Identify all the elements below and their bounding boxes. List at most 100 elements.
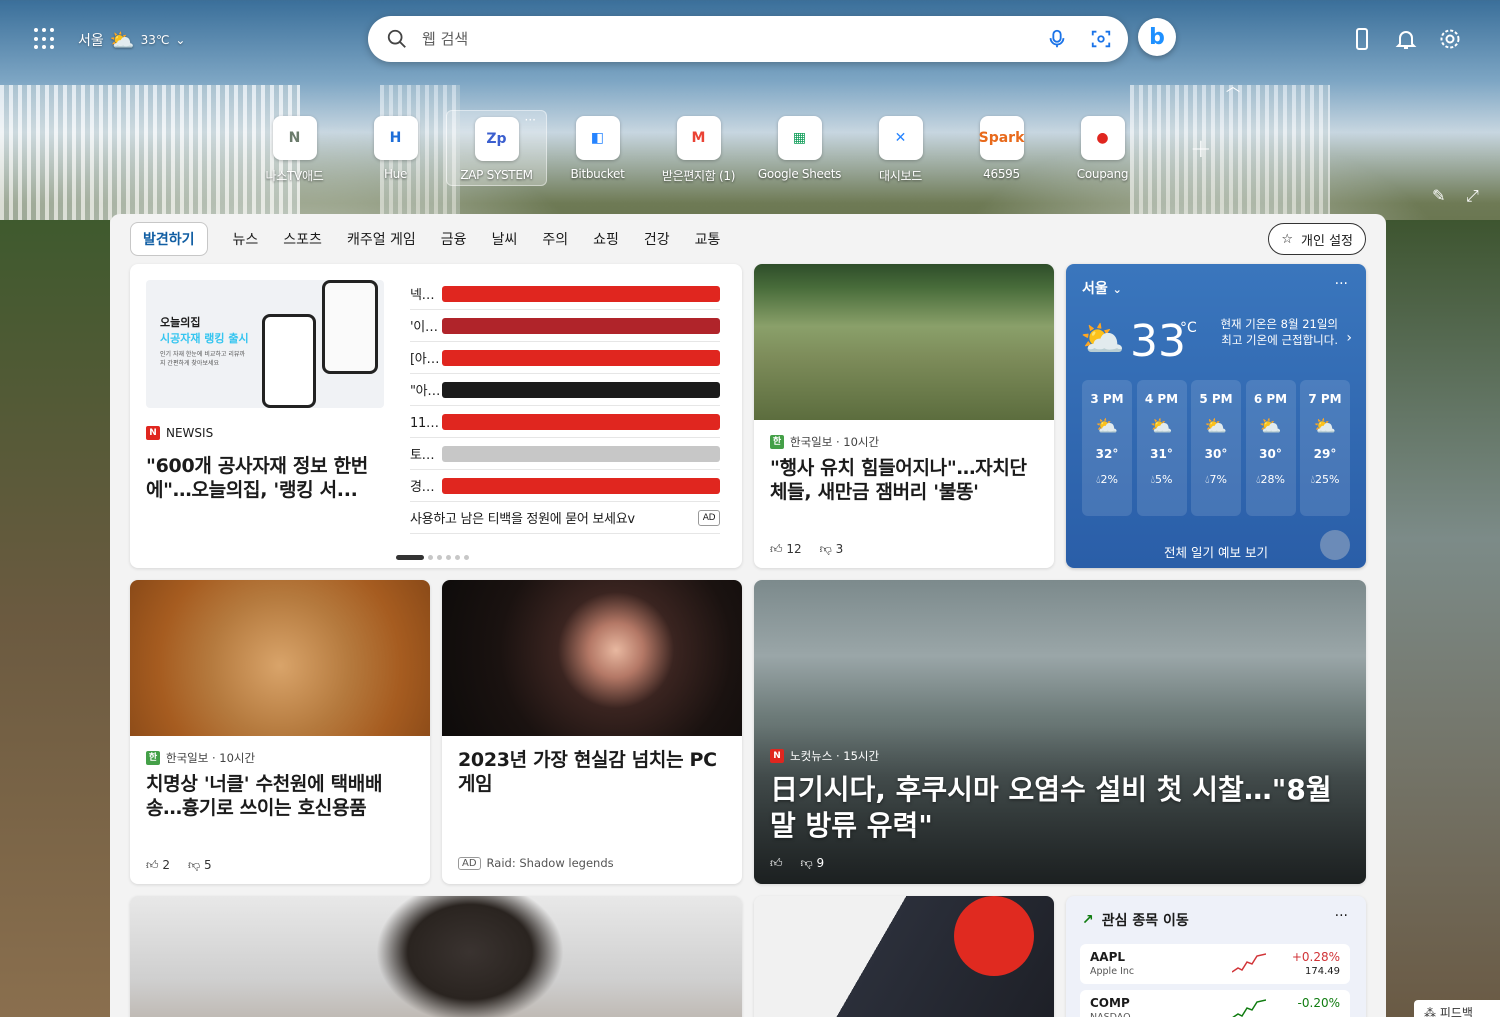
source-name: 노컷뉴스 · 15시간 (790, 749, 880, 763)
visual-search-icon[interactable] (1090, 28, 1112, 50)
tab-5[interactable]: 날씨 (492, 229, 518, 249)
dislike-button[interactable]: 👎︎ 3 (820, 542, 844, 557)
stock-change: -0.20% (1297, 996, 1340, 1010)
story-list: 넥슨 신작에 삼성전자 'HDR10+ 게이밍' 최... '이건 비전프로랑 비… (410, 278, 720, 534)
hour-forecast[interactable]: 6 PM ⛅ 30° 💧︎28% (1245, 380, 1296, 516)
quick-link[interactable]: Zp ZAP SYSTEM ··· (446, 110, 547, 186)
tab-0[interactable]: 발견하기 (130, 222, 208, 256)
weather-avatar-icon[interactable] (1320, 530, 1350, 560)
quick-link[interactable]: N 나스TV애드 (244, 110, 345, 186)
quick-link-icon: N (272, 116, 317, 160)
tab-2[interactable]: 스포츠 (283, 229, 322, 249)
list-item[interactable]: 토스피드 콘텐츠 보러 3000만명 몰렸다 (410, 438, 720, 470)
tab-1[interactable]: 뉴스 (233, 229, 259, 249)
quick-link[interactable]: M 받은편지함 (1) (648, 110, 749, 186)
precip-chance: 💧︎7% (1205, 473, 1227, 486)
list-item[interactable]: "아이폰15 울트라, 10배 줌 렌즈 탑재…갤S2... (410, 374, 720, 406)
reactions: 👍︎ 👎︎ 9 (770, 856, 824, 871)
temp-unit: °C (1180, 320, 1197, 336)
apps-grid-icon[interactable] (34, 28, 56, 50)
quick-link-icon: ◧ (575, 116, 620, 160)
mobile-icon[interactable] (1350, 27, 1374, 51)
dislike-button[interactable]: 👎︎ 9 (801, 856, 825, 871)
tab-3[interactable]: 캐주얼 게임 (347, 229, 416, 249)
tab-9[interactable]: 교통 (695, 229, 721, 249)
dislike-button[interactable]: 👎︎ 5 (188, 858, 212, 873)
list-item[interactable]: '이건 비전프로랑 비슷하네' 삼성 XR 헤드셋... (410, 310, 720, 342)
quick-link-label: Google Sheets (757, 167, 842, 181)
stock-price: 174.49 (1305, 966, 1340, 977)
weather-mini[interactable]: 서울 ⛅ 33℃ ⌄ (78, 28, 185, 52)
gear-icon[interactable] (1438, 27, 1462, 51)
hour-temp: 32° (1095, 447, 1119, 461)
tab-8[interactable]: 건강 (644, 229, 670, 249)
news-card[interactable]: 한 한국일보 · 10시간 "행사 유치 힘들어지나"…자치단체들, 새만금 잼버… (754, 264, 1054, 568)
list-item-text: '이건 비전프로랑 비슷하네' 삼성 XR 헤드셋... (410, 320, 442, 335)
like-button[interactable]: 👍︎ (770, 856, 783, 871)
chevron-up-icon[interactable]: ︿ (1226, 76, 1240, 96)
list-item[interactable]: [아이디어 톡톡] 중고 아이패드 '구독' 하루 ... (410, 342, 720, 374)
publisher-icon (442, 381, 720, 398)
sparkline-icon (1232, 999, 1266, 1017)
headline: "행사 유치 힘들어지나"…자치단체들, 새만금 잼버리 '불똥' (770, 457, 1027, 503)
personalize-button[interactable]: ☆ 개인 설정 (1268, 223, 1366, 255)
sponsored-card[interactable]: 2023년 가장 현실감 넘치는 PC 게임 AD Raid: Shadow le… (442, 580, 742, 884)
more-options-icon[interactable]: ··· (525, 113, 536, 127)
publisher-icon (442, 477, 720, 494)
stock-row[interactable]: AAPL Apple Inc +0.28% 174.49 (1080, 944, 1350, 984)
carousel-dots[interactable] (396, 555, 469, 560)
list-item[interactable]: 11번가, 구글이 만든 특별 한정판 굿즈 선봬 (410, 406, 720, 438)
tab-7[interactable]: 쇼핑 (593, 229, 619, 249)
stock-row[interactable]: COMP NASDAQ -0.20% (1080, 990, 1350, 1017)
weather-card[interactable]: 서울 ⌄ ··· ⛅ 33 °C 현재 기온은 8월 21일의 최고 기온에 근… (1066, 264, 1366, 568)
bell-icon[interactable] (1394, 27, 1418, 51)
add-link-icon[interactable]: + (1190, 134, 1212, 164)
bing-chat-button[interactable]: b (1138, 18, 1176, 56)
watchlist-card[interactable]: ↗ 관심 종목 이동 ··· AAPL Apple Inc +0.28% 174.49 C… (1066, 896, 1366, 1017)
news-card[interactable] (754, 896, 1054, 1017)
featured-news-card[interactable]: N 노컷뉴스 · 15시간 日기시다, 후쿠시마 오염수 설비 첫 시찰…"8월말… (754, 580, 1366, 884)
headline[interactable]: "600개 공사자재 정보 한번에"…오늘의집, '랭킹 서... (146, 454, 390, 502)
news-card[interactable] (130, 896, 742, 1017)
list-item[interactable]: 사용하고 남은 티백을 정원에 묻어 보세요v AD (410, 502, 720, 534)
top-stories-card: 오늘의집 시공자재 랭킹 출시 인기 자재 한눈에 비교하고 리뷰까지 간편하게… (130, 264, 742, 568)
quick-link[interactable]: ● Coupang (1052, 110, 1153, 186)
feedback-button[interactable]: ⁂ 피드백 (1414, 1000, 1500, 1017)
ad-subtitle: 시공자재 랭킹 출시 (160, 332, 249, 345)
more-options-icon[interactable]: ··· (1335, 276, 1348, 292)
quick-link[interactable]: ✕ 대시보드 (850, 110, 951, 186)
list-item-text: 토스피드 콘텐츠 보러 3000만명 몰렸다 (410, 448, 442, 463)
partly-cloudy-icon: ⛅ (1313, 416, 1337, 437)
like-button[interactable]: 👍︎ 12 (770, 542, 802, 557)
weather-city[interactable]: 서울 ⌄ (1082, 278, 1122, 298)
like-button[interactable]: 👍︎ 2 (146, 858, 170, 873)
news-card[interactable]: 한 한국일보 · 10시간 치명상 '너클' 수천원에 택배배송…흉기로 쓰이는 … (130, 580, 430, 884)
microphone-icon[interactable] (1046, 28, 1068, 50)
chevron-right-icon[interactable]: › (1346, 330, 1352, 346)
quick-link-icon: Zp (474, 117, 519, 161)
partly-cloudy-icon: ⛅ (109, 28, 135, 52)
quick-link-icon: ✕ (878, 116, 923, 160)
source-name: NEWSIS (166, 426, 214, 440)
quick-link[interactable]: Spark 46595 (951, 110, 1052, 186)
expand-icon[interactable]: ⤢ (1466, 186, 1479, 206)
hour-forecast[interactable]: 3 PM ⛅ 32° 💧︎2% (1082, 380, 1132, 516)
hour-forecast[interactable]: 4 PM ⛅ 31° 💧︎5% (1136, 380, 1187, 516)
quick-link[interactable]: ◧ Bitbucket (547, 110, 648, 186)
hour-forecast[interactable]: 5 PM ⛅ 30° 💧︎7% (1191, 380, 1241, 516)
more-options-icon[interactable]: ··· (1335, 908, 1348, 924)
ad-description: 인기 자재 한눈에 비교하고 리뷰까지 간편하게 찾아보세요 (160, 351, 245, 367)
weather-note: 현재 기온은 8월 21일의 최고 기온에 근접합니다. (1220, 317, 1338, 347)
article-image (130, 580, 430, 736)
quick-link[interactable]: H Hue (345, 110, 446, 186)
tab-4[interactable]: 금융 (441, 229, 467, 249)
search-input[interactable] (422, 30, 1002, 48)
hour-forecast[interactable]: 7 PM ⛅ 29° 💧︎25% (1300, 380, 1350, 516)
edit-background-icon[interactable]: ✎ (1432, 186, 1445, 205)
quick-link[interactable]: ▦ Google Sheets (749, 110, 850, 186)
list-item[interactable]: 경찰청장 "순찰장소 면밀 검토…CCTV 설치 ... (410, 470, 720, 502)
tab-6[interactable]: 주의 (542, 229, 568, 249)
hour-time: 4 PM (1144, 392, 1179, 406)
list-item[interactable]: 넥슨 신작에 삼성전자 'HDR10+ 게이밍' 최... (410, 278, 720, 310)
ad-image[interactable]: 오늘의집 시공자재 랭킹 출시 인기 자재 한눈에 비교하고 리뷰까지 간편하게… (146, 280, 384, 408)
